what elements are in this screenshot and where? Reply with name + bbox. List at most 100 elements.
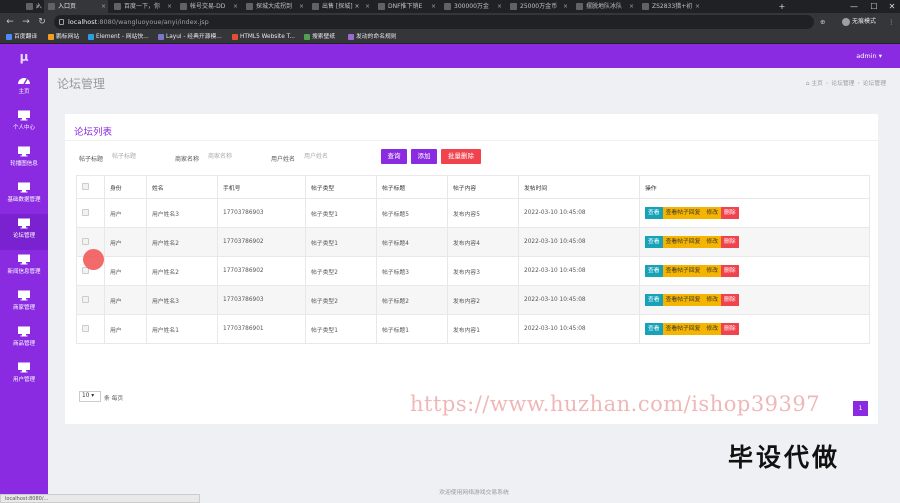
close-tab-icon[interactable]: × [629, 0, 634, 13]
browser-tab[interactable]: 出售 [探城] × × [308, 0, 372, 13]
edit-button[interactable]: 修改 [703, 236, 722, 248]
close-tab-icon[interactable]: × [695, 0, 700, 13]
sidebar-item[interactable]: 个人中心 [0, 106, 48, 142]
view-replies-button[interactable]: 查看帖子回复 [662, 236, 704, 248]
close-tab-icon[interactable]: × [431, 0, 436, 13]
actions-cell: 查看 查看帖子回复 修改 删除 [639, 256, 870, 286]
browser-tab[interactable]: 百度一下，你 × [110, 0, 174, 13]
delete-button[interactable]: 删除 [721, 323, 739, 335]
browser-tab[interactable]: 探城大成拐到 × [242, 0, 306, 13]
maximize-button[interactable]: ☐ [864, 0, 884, 13]
close-tab-icon[interactable]: × [497, 0, 502, 13]
add-button[interactable]: 添加 [411, 149, 437, 164]
view-replies-button[interactable]: 查看帖子回复 [662, 207, 704, 219]
new-tab-button[interactable]: + [772, 0, 792, 13]
page-size-select[interactable]: 10 ▾ [79, 391, 101, 402]
admin-menu[interactable]: admin ▾ [856, 52, 882, 60]
address-bar[interactable]: localhost:8080/wangluoyoue/anyi/index.js… [54, 15, 814, 29]
view-replies-button[interactable]: 查看帖子回复 [662, 265, 704, 277]
sidebar-item[interactable]: 商家管理 [0, 286, 48, 322]
user-name-input[interactable] [304, 150, 364, 163]
breadcrumb-item-home[interactable]: 主页 [811, 81, 823, 87]
close-tab-icon[interactable]: × [35, 0, 40, 13]
reload-icon[interactable]: ↻ [36, 16, 48, 28]
cell-phone: 17703786902 [217, 256, 306, 286]
view-button[interactable]: 查看 [645, 236, 663, 248]
browser-tab[interactable]: 25000万金币 × [506, 0, 570, 13]
bookmark-item[interactable]: Layui - 经典开源模... [156, 31, 222, 44]
tab-title: 入口页 [58, 3, 77, 10]
view-button[interactable]: 查看 [645, 323, 663, 335]
delete-button[interactable]: 删除 [721, 265, 739, 277]
sidebar-item[interactable]: 商品管理 [0, 322, 48, 358]
bookmark-item[interactable]: 搜索壁纸 [302, 31, 335, 44]
close-tab-icon[interactable]: × [563, 0, 568, 13]
filter-label-merchant: 商家名称 [175, 156, 200, 163]
favicon-icon [444, 3, 451, 10]
sidebar-item[interactable]: 新闻信息管理 [0, 250, 48, 286]
breadcrumb-item-forum[interactable]: 论坛管理 [831, 81, 854, 87]
sidebar-item[interactable]: 论坛管理 [0, 214, 48, 250]
row-checkbox[interactable] [82, 208, 89, 216]
delete-button[interactable]: 删除 [721, 294, 739, 306]
delete-button[interactable]: 删除 [721, 207, 739, 219]
sidebar-item[interactable]: 轮播图信息 [0, 142, 48, 178]
cell-time: 2022-03-10 10:45:08 [518, 314, 640, 344]
bookmark-item[interactable]: HTML5 Website T... [230, 31, 295, 44]
select-all-checkbox[interactable] [82, 182, 89, 190]
row-select-cell [76, 314, 105, 344]
sidebar-item[interactable]: 基础数据管理 [0, 178, 48, 214]
breadcrumb-separator: › [825, 81, 829, 87]
search-button[interactable]: 查询 [381, 149, 407, 164]
bookmarks-bar: 百度翻译 鹏标网站 Element - 网站快... Layui - 经典开源模...… [0, 31, 900, 44]
forward-icon[interactable]: → [20, 16, 32, 28]
bookmark-item[interactable]: 百度翻译 [4, 31, 37, 44]
close-tab-icon[interactable]: × [365, 0, 370, 13]
view-replies-button[interactable]: 查看帖子回复 [662, 323, 704, 335]
row-checkbox[interactable] [82, 295, 89, 303]
minimize-button[interactable]: — [844, 0, 864, 13]
edit-button[interactable]: 修改 [703, 265, 722, 277]
bookmark-icon [348, 34, 354, 40]
view-button[interactable]: 查看 [645, 294, 663, 306]
row-checkbox[interactable] [82, 324, 89, 332]
per-page-label: 条 每页 [104, 396, 124, 402]
delete-button[interactable]: 删除 [721, 236, 739, 248]
browser-tab[interactable]: DNF推下销E × [374, 0, 438, 13]
bookmark-item[interactable]: Element - 网站快... [86, 31, 149, 44]
back-icon[interactable]: ← [4, 16, 16, 28]
browser-tab[interactable]: 入口页 × [44, 0, 108, 13]
row-checkbox[interactable] [82, 237, 89, 245]
browser-tab[interactable]: 300000万金 × [440, 0, 504, 13]
edit-button[interactable]: 修改 [703, 323, 722, 335]
cell-title: 帖子标题1 [376, 314, 448, 344]
page-button-current[interactable]: 1 [853, 401, 868, 416]
browser-tab[interactable]: 摆脱地队冰队 × [572, 0, 636, 13]
view-button[interactable]: 查看 [645, 207, 663, 219]
batch-delete-button[interactable]: 批量删除 [441, 149, 481, 164]
menu-icon[interactable]: ⋮ [888, 16, 895, 28]
view-button[interactable]: 查看 [645, 265, 663, 277]
edit-button[interactable]: 修改 [703, 294, 722, 306]
incognito-profile[interactable]: 无痕模式 [840, 16, 880, 28]
zoom-icon[interactable]: ⊕ [820, 16, 825, 28]
close-tab-icon[interactable]: × [233, 0, 238, 13]
incognito-icon [842, 18, 850, 26]
info-icon[interactable] [59, 19, 64, 25]
browser-tab[interactable]: 入口页× [22, 0, 42, 13]
post-title-input[interactable] [112, 150, 167, 163]
sidebar-item[interactable]: 用户管理 [0, 358, 48, 394]
browser-tab[interactable]: 帐号交易-DD × [176, 0, 240, 13]
bookmark-item[interactable]: 鹏标网站 [46, 31, 79, 44]
browser-tab[interactable]: ZS2833猎+初 × [638, 0, 702, 13]
close-tab-icon[interactable]: × [101, 0, 106, 13]
view-replies-button[interactable]: 查看帖子回复 [662, 294, 704, 306]
merchant-name-input[interactable] [208, 150, 263, 163]
close-tab-icon[interactable]: × [299, 0, 304, 13]
close-tab-icon[interactable]: × [167, 0, 172, 13]
bookmark-item[interactable]: 发动的命名规则 [346, 31, 397, 44]
sidebar-item[interactable]: 主页 [0, 70, 48, 106]
close-window-button[interactable]: ✕ [882, 0, 900, 13]
edit-button[interactable]: 修改 [703, 207, 722, 219]
monitor-icon [18, 218, 30, 229]
